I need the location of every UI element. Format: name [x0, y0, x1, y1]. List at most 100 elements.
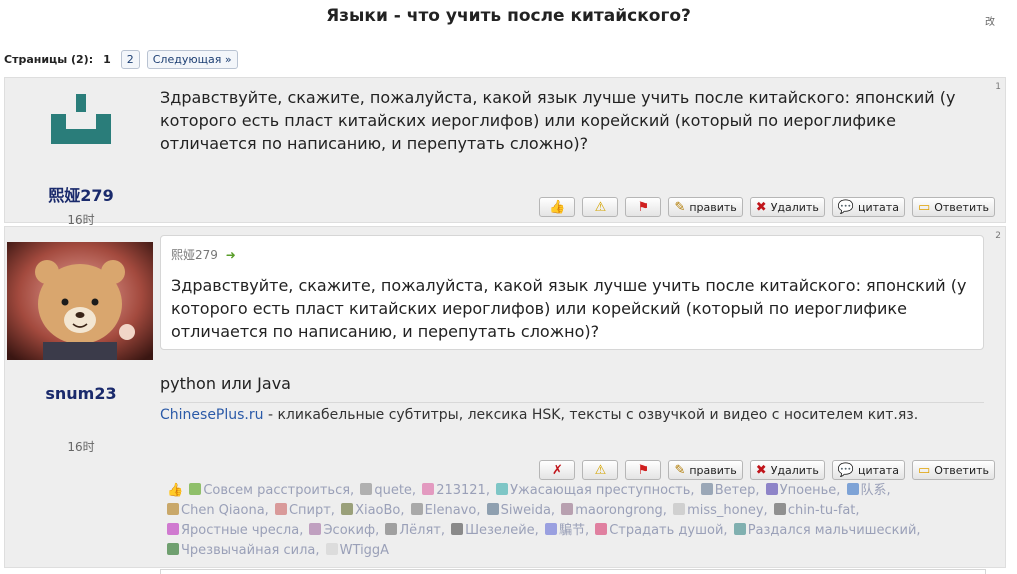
- user-avatar-icon: [486, 503, 499, 515]
- user-avatar-icon: [325, 543, 338, 555]
- quote-button[interactable]: 💬 цитата: [831, 460, 905, 480]
- reaction-user[interactable]: Упоенье,: [765, 481, 841, 501]
- quote-author[interactable]: 熙娅279 ➜: [171, 246, 236, 263]
- user-avatar-icon: [167, 503, 179, 515]
- reaction-user-name: Чрезвычайная сила,: [181, 543, 320, 558]
- page-title: Языки - что учить после китайского?: [326, 6, 691, 26]
- flag-icon: ⚑: [637, 462, 650, 478]
- user-avatar-icon: [385, 523, 398, 535]
- pagination: Страницы (2): 1 2 Следующая »: [4, 50, 238, 69]
- quote-label: цитата: [858, 200, 899, 214]
- reaction-user[interactable]: Раздался мальчишеский,: [733, 521, 921, 541]
- post-message: Здравствуйте, скажите, пожалуйста, какой…: [160, 88, 956, 153]
- comment-icon: ▭: [917, 199, 931, 215]
- reaction-user[interactable]: Siweida,: [486, 501, 556, 521]
- reaction-user[interactable]: Лёлят,: [385, 521, 445, 541]
- reaction-user[interactable]: miss_honey,: [673, 501, 768, 521]
- reaction-user[interactable]: Шезелейе,: [451, 521, 539, 541]
- reaction-user[interactable]: Страдать душой,: [595, 521, 728, 541]
- pencil-icon: ✎: [674, 199, 686, 215]
- like-button[interactable]: 👍: [539, 197, 576, 217]
- user-avatar-icon: [309, 523, 322, 535]
- reaction-user[interactable]: Chen Qiaona,: [167, 501, 269, 521]
- signature: ChinesePlus.ru - кликабельные субтитры, …: [160, 407, 918, 423]
- reaction-user[interactable]: 騙节,: [544, 521, 590, 541]
- user-avatar-icon: [595, 523, 608, 535]
- post-1: 1 熙娅279 16时 Здравствуйте, скажите, пожал…: [4, 77, 1006, 227]
- reaction-user-name: Упоенье,: [779, 483, 841, 498]
- post-2: 2 snum23 16时 熙娅279 ➜ Здравствуйте, скажи…: [4, 226, 1006, 568]
- reaction-user[interactable]: Совсем расстроиться,: [189, 481, 354, 501]
- author-name[interactable]: snum23: [5, 384, 157, 403]
- flag-button[interactable]: ⚑: [625, 197, 662, 217]
- next-page-button[interactable]: Следующая »: [146, 50, 238, 69]
- reaction-user-name: Ужасающая преступность,: [510, 483, 695, 498]
- reaction-user[interactable]: Ужасающая преступность,: [496, 481, 695, 501]
- user-avatar-icon: [673, 503, 686, 515]
- reaction-user[interactable]: quete,: [360, 481, 416, 501]
- reaction-user[interactable]: Elenavo,: [410, 501, 480, 521]
- delete-label: Удалить: [770, 200, 819, 214]
- reaction-user[interactable]: chin-tu-fat,: [773, 501, 860, 521]
- user-avatar-icon: [189, 483, 202, 495]
- reaction-user[interactable]: XiaoBo,: [341, 501, 405, 521]
- reaction-user-name: Спирт,: [288, 503, 335, 518]
- reply-button[interactable]: ▭ Ответить: [911, 460, 995, 480]
- user-avatar-icon: [846, 483, 859, 495]
- user-avatar-icon: [167, 523, 179, 535]
- reaction-user[interactable]: Эсокиф,: [309, 521, 379, 541]
- reaction-user-name: Siweida,: [500, 503, 556, 518]
- reply-button[interactable]: ▭ Ответить: [911, 197, 995, 217]
- reaction-user[interactable]: Чрезвычайная сила,: [167, 541, 320, 561]
- reply-label: Ответить: [934, 200, 989, 214]
- quote-text: Здравствуйте, скажите, пожалуйста, какой…: [171, 276, 967, 341]
- reaction-user[interactable]: 队系,: [846, 481, 891, 501]
- reaction-user[interactable]: Ветер,: [700, 481, 760, 501]
- user-avatar-icon: [274, 503, 287, 515]
- delete-x-icon: ✖: [755, 462, 767, 478]
- reaction-user-name: chin-tu-fat,: [787, 503, 860, 518]
- signature-link[interactable]: ChinesePlus.ru: [160, 407, 264, 423]
- reaction-user[interactable]: Яростные чресла,: [167, 521, 303, 541]
- post-time: 16时: [67, 440, 95, 454]
- user-avatar-icon: [700, 483, 713, 495]
- reaction-user[interactable]: maorongrong,: [561, 501, 667, 521]
- reaction-user-name: quete,: [374, 483, 417, 498]
- post-author: 熙娅279 16时: [5, 94, 157, 228]
- reaction-user-name: Яростные чресла,: [181, 523, 304, 538]
- arrow-right-icon[interactable]: ➜: [226, 248, 236, 262]
- post-toolbar: ✗ ⚠ ⚑ ✎ править ✖ Удалить 💬 цитата ▭ Ответит…: [539, 460, 995, 480]
- flag-button[interactable]: ⚑: [625, 460, 662, 480]
- user-avatar-icon: [733, 523, 746, 535]
- delete-button[interactable]: ✖ Удалить: [749, 197, 825, 217]
- speech-bubble-icon: 💬: [837, 199, 854, 215]
- reaction-user[interactable]: 213121,: [422, 481, 490, 501]
- edit-button[interactable]: ✎ править: [668, 197, 743, 217]
- user-avatar-icon: [360, 483, 373, 495]
- post-toolbar: 👍 ⚠ ⚑ ✎ править ✖ Удалить 💬 цитата ▭ Ответит…: [539, 197, 995, 217]
- quote-button[interactable]: 💬 цитата: [831, 197, 905, 217]
- reaction-user-name: Ветер,: [714, 483, 760, 498]
- avatar[interactable]: [7, 242, 153, 360]
- user-avatar-icon: [496, 483, 509, 495]
- reaction-user-name: 队系,: [860, 483, 891, 498]
- reaction-user-name: Шезелейе,: [465, 523, 539, 538]
- edit-button[interactable]: ✎ править: [668, 460, 743, 480]
- user-avatar-icon: [422, 483, 435, 495]
- quote-label: цитата: [858, 463, 899, 477]
- page-2-button[interactable]: 2: [120, 50, 140, 69]
- reaction-user[interactable]: Спирт,: [274, 501, 335, 521]
- quote-block: 熙娅279 ➜ Здравствуйте, скажите, пожалуйст…: [160, 235, 984, 350]
- reaction-user[interactable]: WTiggA: [325, 541, 389, 561]
- avatar[interactable]: [51, 94, 111, 154]
- language-toggle[interactable]: 改: [985, 13, 995, 28]
- delete-button[interactable]: ✖ Удалить: [749, 460, 825, 480]
- report-button[interactable]: ⚠: [582, 197, 619, 217]
- reaction-user-name: maorongrong,: [575, 503, 667, 518]
- reaction-user-name: 騙节,: [558, 523, 590, 538]
- author-name[interactable]: 熙娅279: [5, 182, 157, 206]
- user-avatar-icon: [544, 523, 557, 535]
- report-button[interactable]: ⚠: [582, 460, 619, 480]
- warning-icon: ⚠: [594, 462, 607, 478]
- unlike-button[interactable]: ✗: [539, 460, 576, 480]
